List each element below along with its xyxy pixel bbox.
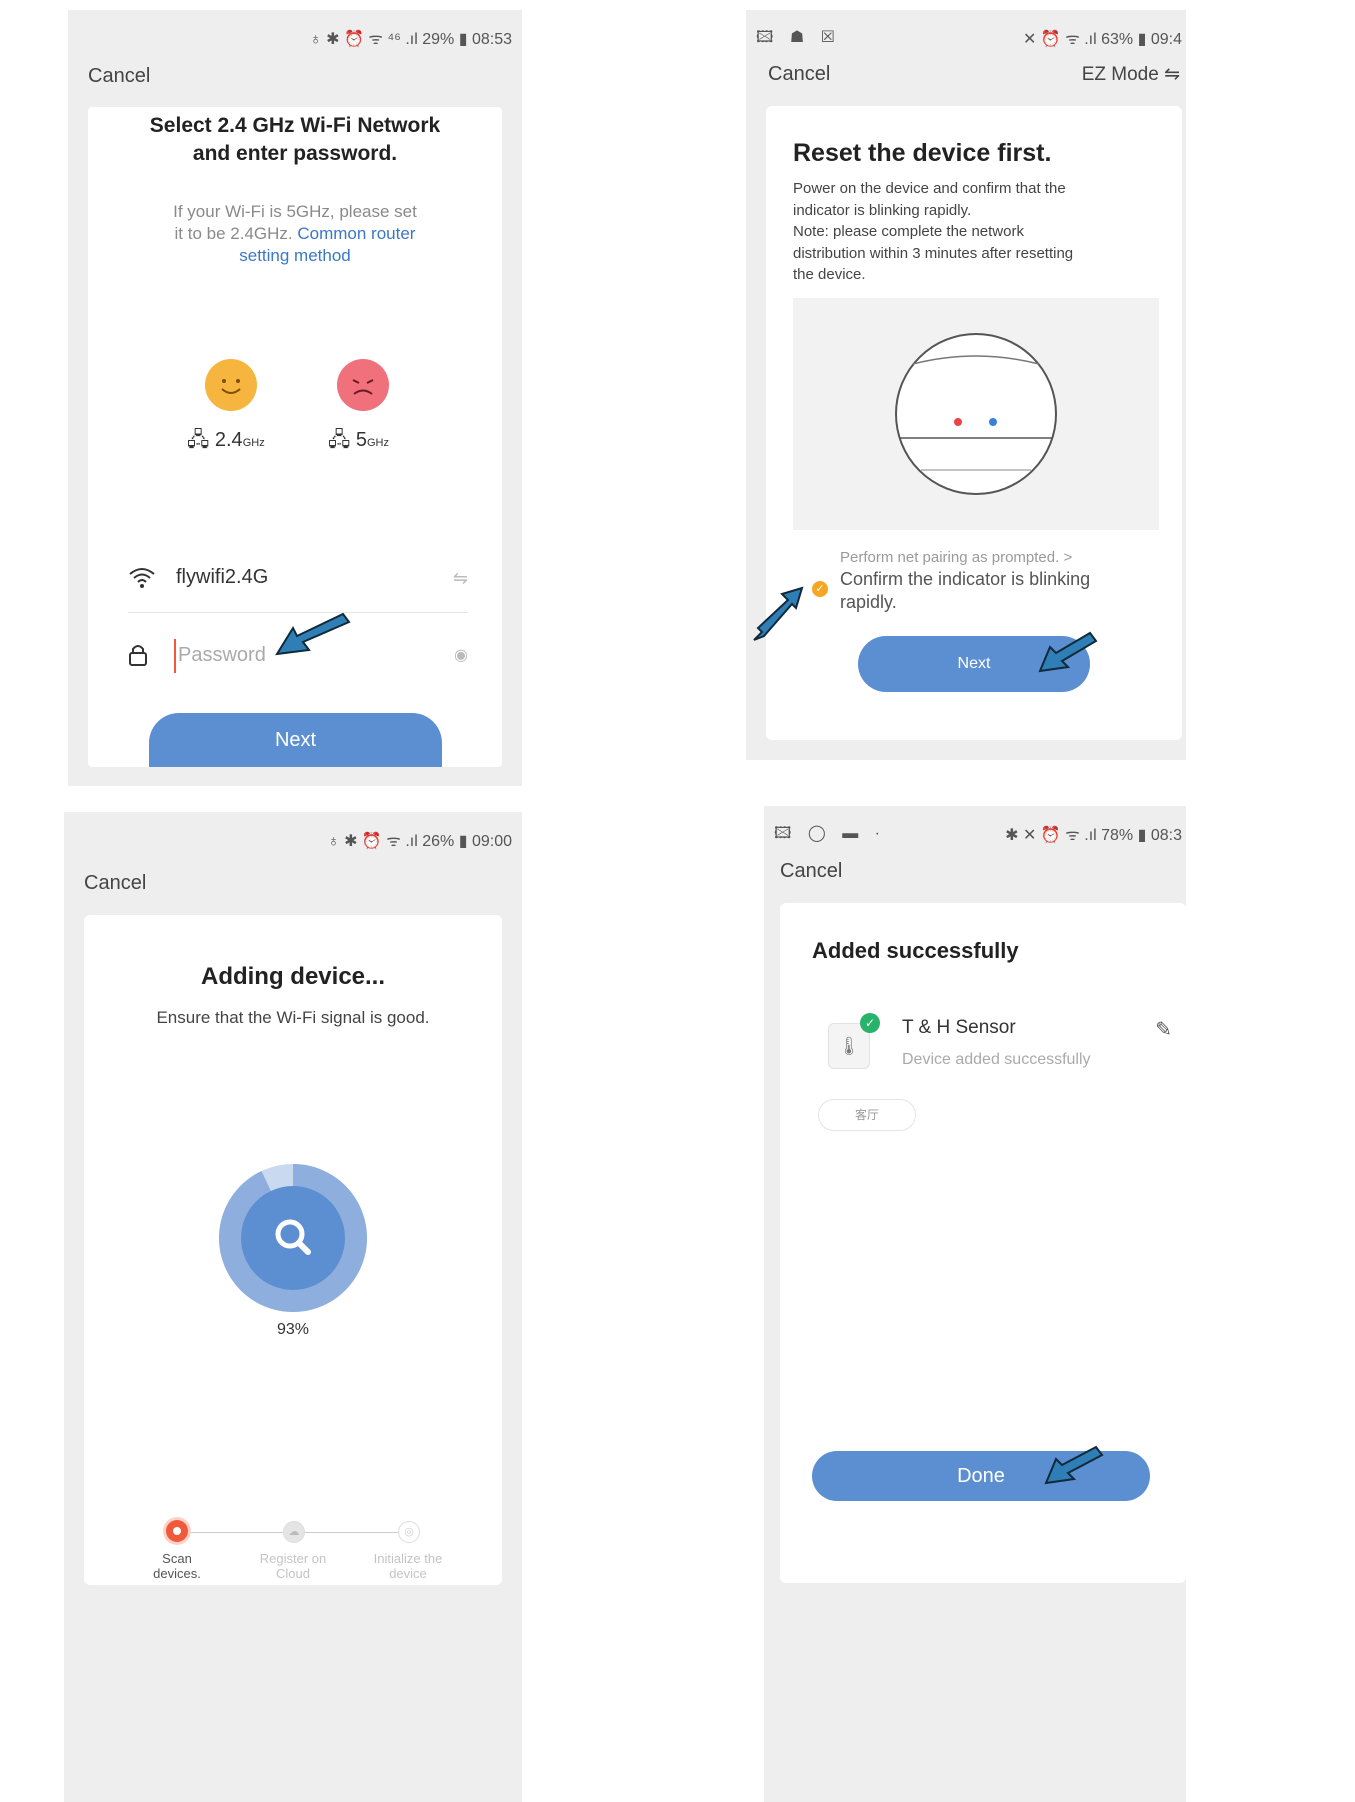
page-title: Adding device...	[200, 963, 386, 990]
reset-description: Power on the device and confirm that the…	[793, 178, 1163, 286]
status-right-icons: ✕ ⏰ ᯤ .ıl 63% ▮ 09:4	[1022, 31, 1182, 48]
confirm-check-icon[interactable]: ✓	[812, 581, 828, 597]
ez-mode-button[interactable]: EZ Mode ⇋	[1082, 63, 1180, 86]
desc-line-2: indicator is blinking rapidly.	[793, 201, 972, 219]
page-title: Added successfully	[812, 938, 1019, 963]
desc-line-5: the device.	[793, 266, 866, 283]
step-scan-dot-inner	[173, 1527, 181, 1535]
device-status: Device added successfully	[902, 1051, 1091, 1068]
desc-line-2-text: it to be 2.4GHz.	[174, 224, 293, 243]
status-left-icons: 🖾 ◯ ▬ ·	[774, 825, 886, 842]
wifi-card: Select 2.4 GHz Wi-Fi Network and enter p…	[88, 107, 502, 767]
cancel-button[interactable]: Cancel	[768, 63, 830, 86]
sad-face-icon	[337, 359, 389, 411]
wifi-icon	[129, 568, 155, 588]
switch-network-icon[interactable]: ⇋	[453, 568, 468, 589]
status-left-icons: 🖾 ☗ ☒	[756, 29, 841, 46]
band-bad-number: 5	[355, 429, 367, 451]
band-good-number: 2.4	[214, 429, 243, 451]
cancel-button[interactable]: Cancel	[780, 860, 842, 883]
password-placeholder: Password	[178, 644, 266, 666]
progress-percent: 93%	[276, 1321, 310, 1338]
status-bar: 🖾 ◯ ▬ · ✱ ✕ ⏰ ᯤ .ıl 78% ▮ 08:3	[764, 806, 1186, 856]
pointer-arrow-icon	[275, 612, 351, 656]
desc-line-2: it to be 2.4GHz. Common router	[118, 223, 472, 245]
desc-line-1: Power on the device and confirm that the	[793, 180, 1066, 197]
status-icons: ♁ ✱ ⏰ ᯤ ⁴⁶ .ıl 29% ▮ 08:53	[309, 31, 512, 48]
step-scan-dot	[166, 1520, 188, 1542]
desc-line-3: Note: please complete the network	[793, 223, 1024, 240]
screen-reset-device: 🖾 ☗ ☒ ✕ ⏰ ᯤ .ıl 63% ▮ 09:4 Cancel EZ Mod…	[746, 10, 1186, 760]
wifi-name: flywifi2.4G	[176, 566, 269, 588]
show-password-eye-icon[interactable]: ◉	[454, 645, 468, 665]
edit-icon[interactable]: ✎	[1155, 1017, 1172, 1042]
cancel-button[interactable]: Cancel	[88, 65, 150, 88]
progress-ring	[218, 1164, 367, 1312]
wifi-description: If your Wi-Fi is 5GHz, please set it to …	[118, 201, 472, 267]
band-good-unit: GHz	[242, 437, 265, 449]
confirm-line-2: rapidly.	[840, 592, 897, 612]
reset-card: Reset the device first. Power on the dev…	[766, 106, 1182, 740]
band-bad-unit: GHz	[367, 437, 389, 449]
screen-added-successfully: 🖾 ◯ ▬ · ✱ ✕ ⏰ ᯤ .ıl 78% ▮ 08:3 Cancel Ad…	[764, 806, 1186, 1802]
lock-icon	[129, 645, 147, 666]
screen-adding-device: ♁ ✱ ⏰ ᯤ .ıl 26% ▮ 09:00 Cancel Adding de…	[64, 812, 522, 1802]
step-register-label: Register on Cloud	[243, 1551, 343, 1581]
step-2-line-2: Cloud	[276, 1566, 310, 1581]
device-name: T & H Sensor	[902, 1017, 1016, 1038]
confirm-line-1: Confirm the indicator is blinking	[840, 569, 1091, 589]
page-subtitle: Ensure that the Wi-Fi signal is good.	[156, 1008, 430, 1027]
net-pairing-link[interactable]: Perform net pairing as prompted. >	[840, 549, 1072, 566]
device-row: 🌡 ✓ T & H Sensor Device added successful…	[812, 1011, 1172, 1091]
router-setting-link-cont[interactable]: setting method	[118, 245, 472, 267]
step-3-line-1: Initialize the	[373, 1551, 443, 1566]
router-icon: 🖧	[328, 429, 351, 451]
step-3-line-2: device	[389, 1566, 427, 1581]
screen-wifi-setup: ♁ ✱ ⏰ ᯤ ⁴⁶ .ıl 29% ▮ 08:53 Cancel Select…	[68, 10, 522, 786]
status-icons: ♁ ✱ ⏰ ᯤ .ıl 26% ▮ 09:00	[327, 833, 512, 850]
next-button[interactable]: Next	[149, 713, 442, 767]
step-1-line-2: devices.	[153, 1566, 201, 1581]
page-title: Select 2.4 GHz Wi-Fi Network and enter p…	[88, 112, 502, 168]
band-bad-label: 🖧 5GHz	[328, 425, 389, 459]
page-title: Reset the device first.	[793, 139, 1052, 167]
success-card: Added successfully 🌡 ✓ T & H Sensor Devi…	[780, 903, 1186, 1583]
confirm-text: Confirm the indicator is blinking rapidl…	[840, 568, 1090, 614]
cancel-button[interactable]: Cancel	[84, 872, 146, 895]
pointer-arrow-icon	[1038, 631, 1098, 673]
step-2-line-1: Register on	[259, 1551, 327, 1566]
step-scan-label: Scan devices.	[137, 1551, 217, 1581]
room-tag[interactable]: 客厅	[818, 1099, 916, 1131]
router-icon: 🖧	[187, 429, 210, 451]
check-badge-icon: ✓	[860, 1013, 880, 1033]
title-line-1: Select 2.4 GHz Wi-Fi Network	[149, 114, 441, 137]
step-register-dot: ☁	[283, 1521, 305, 1543]
pointer-arrow-icon	[753, 586, 804, 641]
device-illustration	[793, 298, 1159, 530]
step-initialize-dot: ◎	[398, 1521, 420, 1543]
desc-line-4: distribution within 3 minutes after rese…	[793, 244, 1074, 262]
band-good-label: 🖧 2.4GHz	[187, 425, 265, 459]
happy-face-icon	[205, 359, 257, 411]
router-setting-link[interactable]: Common router	[297, 224, 415, 243]
wifi-network-row[interactable]: flywifi2.4G ⇋	[128, 562, 468, 613]
status-right-icons: ✱ ✕ ⏰ ᯤ .ıl 78% ▮ 08:3	[1005, 827, 1182, 844]
adding-card: Adding device... Ensure that the Wi-Fi s…	[84, 915, 502, 1585]
step-initialize-label: Initialize the device	[358, 1551, 458, 1581]
status-bar: ♁ ✱ ⏰ ᯤ ⁴⁶ .ıl 29% ▮ 08:53	[68, 10, 522, 60]
desc-line-1: If your Wi-Fi is 5GHz, please set	[173, 202, 417, 221]
status-bar: ♁ ✱ ⏰ ᯤ .ıl 26% ▮ 09:00	[64, 812, 522, 862]
step-1-line-1: Scan	[162, 1551, 192, 1566]
status-bar: 🖾 ☗ ☒ ✕ ⏰ ᯤ .ıl 63% ▮ 09:4	[746, 10, 1186, 60]
title-line-2: and enter password.	[192, 142, 398, 165]
pointer-arrow-icon	[1044, 1445, 1104, 1485]
